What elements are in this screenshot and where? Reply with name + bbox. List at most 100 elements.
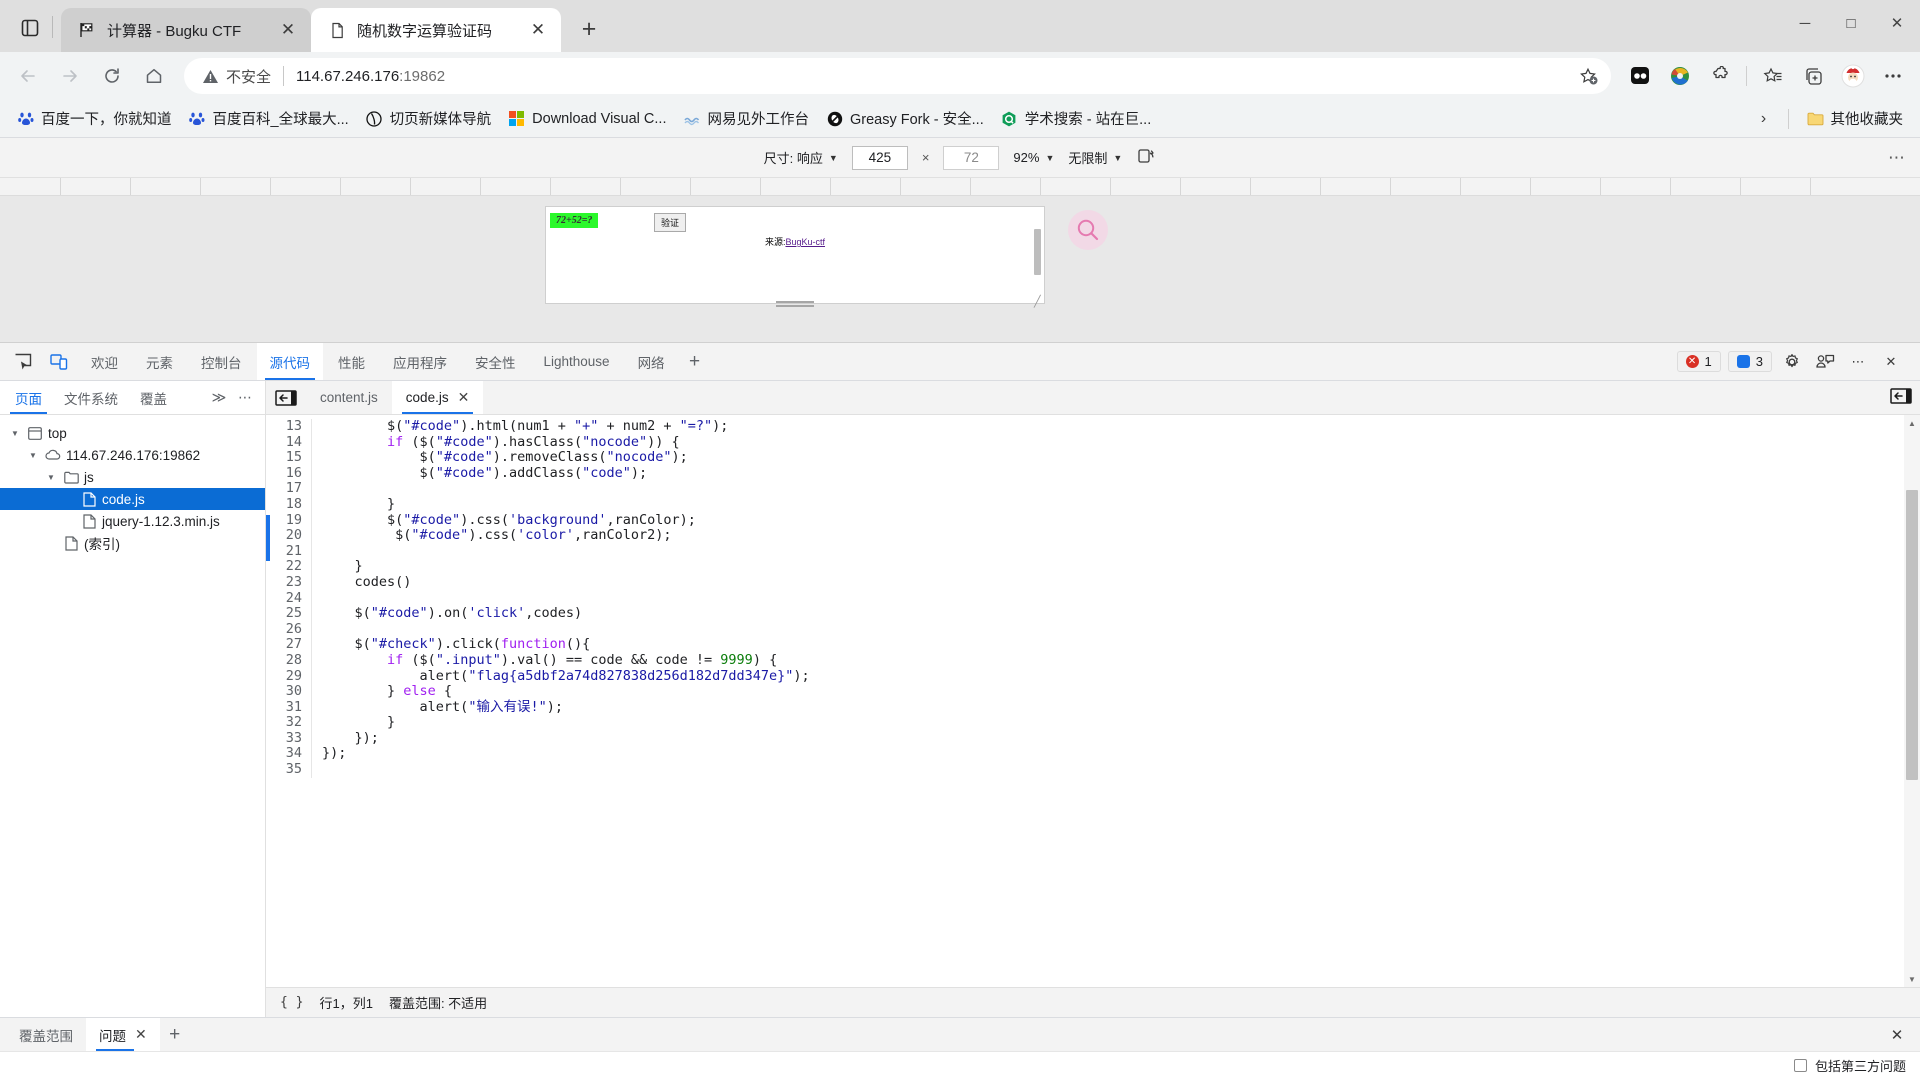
close-drawer-icon[interactable]: ✕ (1880, 1020, 1914, 1050)
code-line[interactable]: 33 }); (266, 730, 1920, 747)
inspect-element-icon[interactable] (6, 347, 40, 377)
code-lines[interactable]: 13 $("#code").html(num1 + "+" + num2 + "… (266, 415, 1920, 778)
tree-node-top[interactable]: ▼ top (0, 422, 265, 444)
twisty-icon[interactable]: ▼ (26, 451, 40, 460)
maximize-button[interactable]: □ (1828, 0, 1874, 46)
code-text[interactable]: $("#code").on('click',codes) (312, 605, 583, 622)
code-text[interactable]: }); (312, 730, 379, 747)
viewport-width-input[interactable]: 425 (851, 145, 908, 170)
line-number[interactable]: 21 (266, 543, 312, 560)
verify-button[interactable]: 验证 (654, 213, 687, 232)
line-number[interactable]: 29 (266, 668, 312, 685)
line-number[interactable]: 22 (266, 559, 312, 575)
code-line[interactable]: 35 (266, 761, 1920, 778)
line-number[interactable]: 28 (266, 652, 312, 669)
captcha-code[interactable]: 72+52=? (550, 213, 599, 228)
tab-performance[interactable]: 性能 (325, 343, 378, 380)
code-editor[interactable]: 13 $("#code").html(num1 + "+" + num2 + "… (266, 415, 1920, 987)
code-line[interactable]: 28 if ($(".input").val() == code && code… (266, 652, 1920, 669)
tab-lighthouse[interactable]: Lighthouse (531, 343, 623, 380)
address-bar[interactable]: 不安全 114.67.246.176:19862 (184, 58, 1611, 94)
viewport-resize-corner[interactable]: ╱ (1034, 295, 1046, 308)
add-favorite-icon[interactable] (1573, 61, 1603, 91)
close-icon[interactable]: ✕ (458, 389, 470, 406)
zoom-select[interactable]: 92% ▼ (1013, 150, 1054, 165)
navigator-tab-filesystem[interactable]: 文件系统 (53, 381, 129, 414)
line-number[interactable]: 14 (266, 434, 312, 451)
idm-icon[interactable] (1661, 57, 1699, 95)
browser-tab-2[interactable]: 随机数字运算验证码 ✕ (311, 8, 561, 52)
line-number[interactable]: 25 (266, 606, 312, 622)
new-tab-button[interactable]: + (571, 11, 607, 47)
line-number[interactable]: 32 (266, 715, 312, 731)
close-icon[interactable]: ✕ (135, 1026, 147, 1043)
bookmark-item[interactable]: 切页新媒体导航 (359, 104, 499, 133)
close-icon[interactable]: ✕ (275, 17, 301, 43)
add-panel-button[interactable]: + (680, 347, 710, 377)
gear-icon[interactable] (1779, 349, 1805, 375)
code-line[interactable]: 30 } else { (266, 683, 1920, 700)
line-number[interactable]: 20 (266, 528, 312, 544)
code-line[interactable]: 22 } (266, 559, 1920, 575)
window-close-button[interactable]: ✕ (1874, 0, 1920, 46)
code-line[interactable]: 24 (266, 590, 1920, 607)
code-text[interactable]: codes() (312, 574, 412, 591)
minimize-button[interactable]: ─ (1782, 0, 1828, 46)
throttling-select[interactable]: 无限制 ▼ (1068, 148, 1122, 167)
line-number[interactable]: 24 (266, 590, 312, 607)
code-line[interactable]: 27 $("#check").click(function(){ (266, 637, 1920, 653)
editor-tab-content-js[interactable]: content.js (306, 381, 392, 414)
bookmark-item[interactable]: Download Visual C... (501, 106, 673, 131)
viewport-resize-handle-bottom[interactable] (776, 299, 814, 307)
code-line[interactable]: 26 (266, 621, 1920, 638)
line-number[interactable]: 35 (266, 761, 312, 778)
scroll-up-arrow[interactable]: ▲ (1904, 415, 1920, 431)
navigator-tab-page[interactable]: 页面 (4, 381, 53, 414)
code-text[interactable] (312, 591, 322, 607)
code-line[interactable]: 15 $("#code").removeClass("nocode"); (266, 449, 1920, 466)
viewport-height-input[interactable]: 72 (943, 145, 1000, 170)
code-text[interactable]: $("#code").html(num1 + "+" + num2 + "=?"… (312, 418, 728, 435)
tab-network[interactable]: 网络 (625, 343, 678, 380)
settings-more-icon[interactable] (1874, 57, 1912, 95)
bookmark-item[interactable]: 学术搜索 - 站在巨... (994, 104, 1158, 133)
twisty-icon[interactable]: ▼ (8, 429, 22, 438)
code-text[interactable]: alert("flag{a5dbf2a74d827838d256d182d7dd… (312, 668, 810, 685)
code-text[interactable]: $("#check").click(function(){ (312, 637, 591, 653)
bookmark-item[interactable]: 百度百科_全球最大... (182, 104, 356, 133)
scrollbar-thumb[interactable] (1906, 490, 1918, 780)
line-number[interactable]: 15 (266, 450, 312, 466)
code-text[interactable]: } else { (312, 683, 452, 700)
code-line[interactable]: 13 $("#code").html(num1 + "+" + num2 + "… (266, 418, 1920, 435)
code-text[interactable] (312, 622, 322, 638)
navigate-back-icon[interactable] (266, 381, 306, 414)
line-number[interactable]: 16 (266, 465, 312, 482)
tree-node-origin[interactable]: ▼ 114.67.246.176:19862 (0, 444, 265, 466)
tab-application[interactable]: 应用程序 (380, 343, 460, 380)
collections-dark-icon[interactable] (1621, 57, 1659, 95)
line-number[interactable]: 17 (266, 481, 312, 497)
bookmark-item[interactable]: 网易见外工作台 (677, 104, 817, 133)
code-line[interactable]: 34}); (266, 746, 1920, 763)
search-icon[interactable] (1068, 210, 1108, 250)
code-line[interactable]: 29 alert("flag{a5dbf2a74d827838d256d182d… (266, 668, 1920, 685)
line-number[interactable]: 27 (266, 637, 312, 653)
tab-console[interactable]: 控制台 (188, 343, 255, 380)
code-line[interactable]: 21 (266, 543, 1920, 560)
collapse-sidebar-icon[interactable] (1890, 388, 1912, 407)
code-text[interactable]: if ($("#code").hasClass("nocode")) { (312, 434, 680, 451)
bookmark-item[interactable]: 百度一下，你就知道 (10, 104, 179, 133)
pretty-print-icon[interactable]: { } (280, 995, 303, 1010)
code-text[interactable]: $("#code").css('background',ranColor); (312, 512, 696, 529)
code-line[interactable]: 14 if ($("#code").hasClass("nocode")) { (266, 434, 1920, 451)
code-text[interactable]: $("#code").removeClass("nocode"); (312, 449, 688, 466)
error-count-badge[interactable]: ✕ 1 (1676, 351, 1721, 372)
drawer-tab-coverage[interactable]: 覆盖范围 (6, 1018, 86, 1051)
code-text[interactable]: } (312, 715, 395, 731)
twisty-icon[interactable]: ▼ (44, 473, 58, 482)
security-warning[interactable]: 不安全 (202, 66, 271, 87)
device-size-select[interactable]: 尺寸: 响应 ▼ (764, 148, 838, 167)
third-party-issues-checkbox[interactable]: 包括第三方问题 (1793, 1056, 1906, 1075)
bookmark-item[interactable]: Greasy Fork - 安全... (819, 104, 991, 133)
code-line[interactable]: 16 $("#code").addClass("code"); (266, 465, 1920, 482)
